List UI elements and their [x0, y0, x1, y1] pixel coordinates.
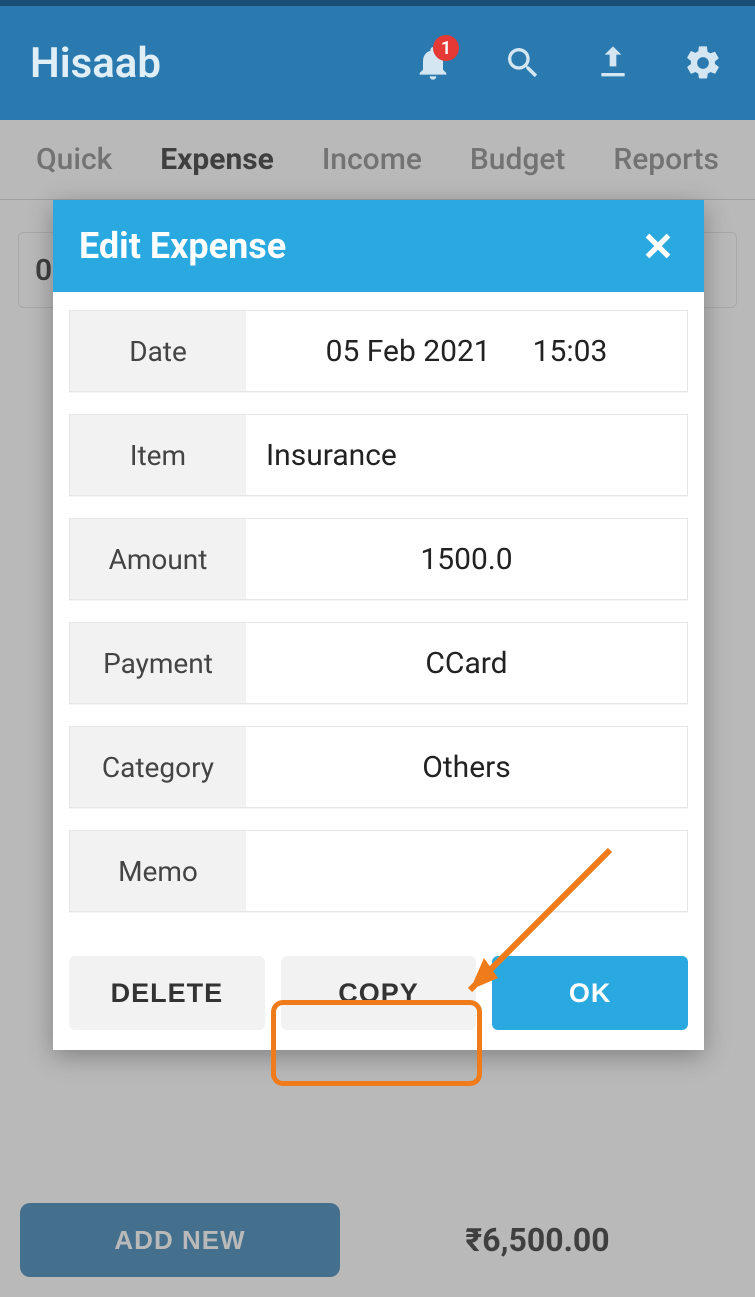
dialog-title: Edit Expense [79, 225, 638, 267]
settings-icon[interactable] [681, 41, 725, 85]
memo-value[interactable] [246, 831, 687, 911]
date-value[interactable]: 05 Feb 2021 15:03 [246, 311, 687, 391]
share-icon[interactable] [591, 41, 635, 85]
dialog-body: Date 05 Feb 2021 15:03 Item Insurance Am… [53, 292, 704, 956]
item-label: Item [70, 415, 246, 495]
payment-label: Payment [70, 623, 246, 703]
category-value[interactable]: Others [246, 727, 687, 807]
category-label: Category [70, 727, 246, 807]
amount-label: Amount [70, 519, 246, 599]
amount-field[interactable]: Amount 1500.0 [69, 518, 688, 600]
copy-button[interactable]: COPY [281, 956, 477, 1030]
date-label: Date [70, 311, 246, 391]
edit-expense-dialog: Edit Expense Date 05 Feb 2021 15:03 Item… [53, 200, 704, 1050]
item-value[interactable]: Insurance [246, 415, 687, 495]
search-icon[interactable] [501, 41, 545, 85]
app-bar: Hisaab 1 [0, 0, 755, 120]
memo-field[interactable]: Memo [69, 830, 688, 912]
payment-field[interactable]: Payment CCard [69, 622, 688, 704]
date-field[interactable]: Date 05 Feb 2021 15:03 [69, 310, 688, 392]
notification-badge: 1 [433, 35, 459, 61]
time-part: 15:03 [533, 334, 608, 369]
amount-value[interactable]: 1500.0 [246, 519, 687, 599]
category-field[interactable]: Category Others [69, 726, 688, 808]
dialog-header: Edit Expense [53, 200, 704, 292]
ok-button[interactable]: OK [492, 956, 688, 1030]
delete-button[interactable]: DELETE [69, 956, 265, 1030]
notifications-icon[interactable]: 1 [411, 41, 455, 85]
item-field[interactable]: Item Insurance [69, 414, 688, 496]
appbar-actions: 1 [411, 41, 725, 85]
app-title: Hisaab [30, 39, 411, 88]
payment-value[interactable]: CCard [246, 623, 687, 703]
close-icon[interactable] [638, 226, 678, 266]
date-part: 05 Feb 2021 [326, 334, 491, 369]
dialog-actions: DELETE COPY OK [53, 956, 704, 1050]
memo-label: Memo [70, 831, 246, 911]
